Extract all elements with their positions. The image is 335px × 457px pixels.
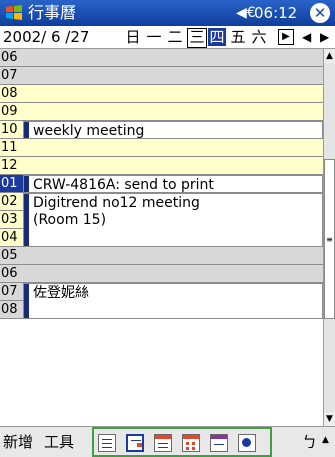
date-bar: 2002/ 6 /27 日 一 二 三 四 五 六 ▶ ◀ ▶ — [0, 26, 335, 49]
hour-row[interactable]: 11 — [0, 139, 323, 157]
appointment-title: CRW-4816A: send to print — [33, 177, 214, 193]
appointment-crw-4816a[interactable]: CRW-4816A: send to print — [23, 175, 323, 193]
appointment-title: Digitrend no12 meeting (Room 15) — [33, 195, 200, 228]
clock[interactable]: 06:12 — [254, 3, 297, 23]
hour-label: 01 — [0, 175, 23, 192]
hour-row[interactable]: 06 — [0, 49, 323, 67]
weekday-wed[interactable]: 三 — [187, 28, 207, 48]
busy-bar — [24, 194, 29, 246]
month-view-icon[interactable] — [182, 434, 200, 452]
goto-today-icon[interactable]: ▶ — [278, 29, 294, 45]
close-button[interactable]: ✕ — [310, 3, 330, 23]
hour-row[interactable]: 09 — [0, 103, 323, 121]
hour-label: 08 — [1, 86, 18, 101]
appointment-title: 佐登妮絲 — [33, 285, 89, 301]
weekday-thu[interactable]: 四 — [208, 28, 226, 46]
hour-label: 12 — [1, 158, 18, 173]
hour-row[interactable]: 06 — [0, 265, 323, 283]
new-menu[interactable]: 新增 — [3, 432, 33, 452]
busy-bar — [24, 284, 29, 318]
current-date[interactable]: 2002/ 6 /27 — [3, 27, 89, 47]
undo-icon[interactable]: ㄅ — [302, 431, 317, 452]
hour-label: 08 — [1, 302, 18, 317]
scroll-thumb[interactable]: ≡ — [324, 159, 335, 319]
hour-label: 05 — [1, 248, 18, 263]
year-view-icon[interactable] — [210, 434, 228, 452]
hour-label: 06 — [1, 266, 18, 281]
busy-bar — [24, 122, 29, 138]
hour-row[interactable]: 05 — [0, 247, 323, 265]
command-bar: 新增 工具 ㄅ ▲ — [0, 426, 335, 457]
agenda-view-icon[interactable] — [98, 434, 116, 452]
hour-row[interactable]: 12 — [0, 157, 323, 175]
title-bar: 行事曆 ◀€ 06:12 ✕ — [0, 0, 335, 26]
scroll-down-arrow-icon[interactable]: ▼ — [324, 412, 335, 426]
day-view-icon[interactable] — [126, 434, 144, 452]
weekday-tue[interactable]: 二 — [166, 28, 184, 46]
hour-label: 03 — [1, 212, 18, 227]
hour-row[interactable]: 08 — [0, 85, 323, 103]
appointment-weekly-meeting[interactable]: weekly meeting — [23, 121, 323, 139]
hour-row[interactable]: 07 — [0, 67, 323, 85]
appointment-digitrend[interactable]: Digitrend no12 meeting (Room 15) — [23, 193, 323, 247]
hour-label: 09 — [1, 104, 18, 119]
today-view-icon[interactable] — [238, 434, 256, 452]
hour-label: 07 — [1, 284, 18, 299]
vertical-scrollbar[interactable]: ▲ ≡ ▼ — [323, 49, 335, 426]
scroll-up-arrow-icon[interactable]: ▲ — [324, 49, 335, 63]
weekday-fri[interactable]: 五 — [229, 28, 247, 46]
appointment-title: weekly meeting — [33, 123, 145, 139]
busy-bar — [24, 176, 29, 192]
app-title: 行事曆 — [28, 3, 77, 22]
appointment-jordanesse[interactable]: 佐登妮絲 — [23, 283, 323, 319]
input-panel-arrow-icon[interactable]: ▲ — [322, 435, 329, 445]
weekday-sat[interactable]: 六 — [250, 28, 268, 46]
day-grid[interactable]: 06 07 08 09 10 11 12 01 02 03 04 05 06 0… — [0, 49, 323, 426]
view-switcher — [92, 427, 272, 457]
hour-label: 06 — [1, 50, 18, 65]
previous-arrow-icon[interactable]: ◀ — [302, 28, 311, 46]
windows-start-icon[interactable] — [4, 3, 24, 23]
hour-label: 07 — [1, 68, 18, 83]
weekday-sun[interactable]: 日 — [124, 28, 142, 46]
tools-menu[interactable]: 工具 — [44, 432, 74, 452]
hour-label: 02 — [1, 194, 18, 209]
hour-label: 10 — [1, 122, 18, 137]
week-view-icon[interactable] — [154, 434, 172, 452]
weekday-mon[interactable]: 一 — [145, 28, 163, 46]
next-arrow-icon[interactable]: ▶ — [320, 28, 329, 46]
speaker-icon[interactable]: ◀€ — [236, 3, 256, 23]
hour-label: 04 — [1, 230, 18, 245]
hour-label: 11 — [1, 140, 18, 155]
